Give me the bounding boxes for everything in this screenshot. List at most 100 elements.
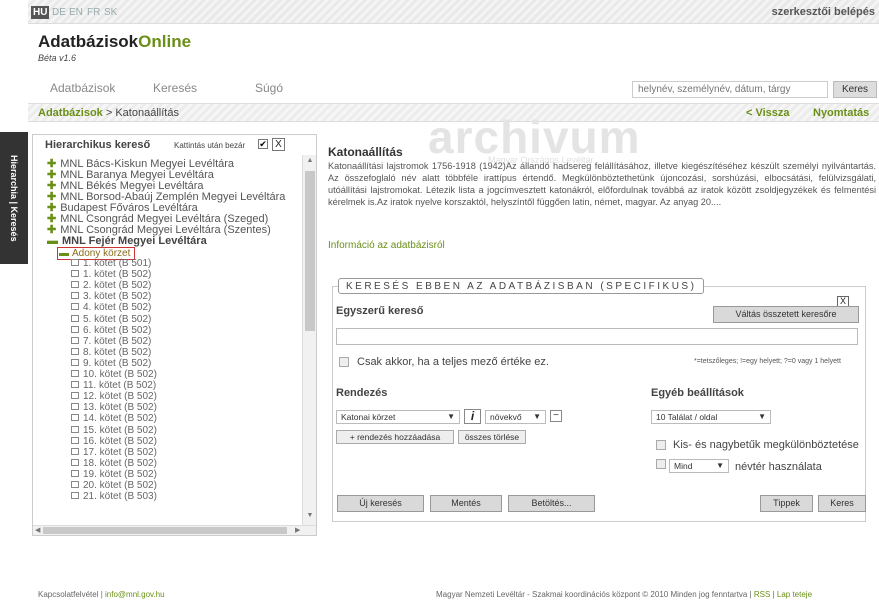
collapse-icon[interactable]: ▬ [59, 248, 69, 259]
book-icon [71, 325, 79, 333]
book-icon [71, 303, 79, 311]
tree-volume-item[interactable]: 8. kötet (B 502) [71, 346, 152, 358]
sort-field-select[interactable]: Katonai körzet ▼ [336, 410, 460, 424]
brand-logo[interactable]: AdatbázisokOnline [38, 32, 191, 52]
save-search-button[interactable]: Mentés [430, 495, 502, 512]
hierarchy-panel: Hierarchikus kereső Kattintás után bezár… [32, 134, 317, 536]
tree-volume-label: 11. kötet (B 502) [83, 380, 157, 392]
tree-volume-item[interactable]: 5. kötet (B 502) [71, 314, 151, 325]
brand-part1: Adatbázisok [38, 32, 139, 51]
lang-sk[interactable]: SK [102, 6, 119, 19]
tree-volume-label: 20. kötet (B 502) [83, 480, 157, 491]
editor-login-link[interactable]: szerkesztői belépés [772, 6, 875, 18]
case-sensitive-checkbox[interactable] [656, 440, 666, 450]
close-hierarchy-button[interactable]: X [272, 138, 285, 151]
tree-volume-label: 8. kötet (B 502) [83, 346, 152, 358]
back-link[interactable]: < Vissza [746, 107, 790, 119]
tree-volume-item[interactable]: 1. kötet (B 502) [71, 270, 151, 280]
new-search-button[interactable]: Új keresés [337, 495, 424, 512]
tree-volume-item[interactable]: 4. kötet (B 502) [71, 303, 151, 313]
search-button[interactable]: Keres [818, 495, 866, 512]
lang-de[interactable]: DE [50, 6, 68, 19]
tree-volume-item[interactable]: 14. kötet (B 502) [71, 414, 157, 424]
nav-search[interactable]: Keresés [153, 81, 197, 95]
namespace-select[interactable]: Mind ▼ [669, 459, 729, 473]
footer-copyright: Magyar Nemzeti Levéltár - Szakmai koordi… [436, 590, 812, 599]
footer-copyright-text: Magyar Nemzeti Levéltár - Szakmai koordi… [436, 590, 754, 599]
book-icon [71, 347, 79, 355]
tree-volume-item[interactable]: 11. kötet (B 502) [71, 381, 156, 391]
scroll-up-icon[interactable]: ▲ [305, 157, 315, 167]
nav-databases[interactable]: Adatbázisok [50, 81, 115, 95]
tree-volume-item[interactable]: 19. kötet (B 502) [71, 469, 157, 480]
tree-volume-item[interactable]: 7. kötet (B 502) [71, 336, 151, 347]
tree-volume-item[interactable]: 18. kötet (B 502) [71, 458, 157, 469]
close-after-click-label: Kattintás után bezár [174, 141, 246, 150]
database-description: Katonaállítási lajstromok 1756-1918 (194… [328, 161, 876, 207]
tree-volume-item[interactable]: 2. kötet (B 502) [71, 281, 151, 291]
results-per-page-value: 10 Találat / oldal [656, 412, 718, 422]
scroll-thumb[interactable] [305, 171, 315, 331]
namespace-checkbox[interactable] [656, 459, 666, 469]
print-link[interactable]: Nyomtatás [813, 107, 869, 119]
add-sort-button[interactable]: + rendezés hozzáadása [336, 430, 454, 444]
tree-volume-item[interactable]: 3. kötet (B 502) [71, 292, 151, 302]
tree-volume-item[interactable]: 20. kötet (B 502) [71, 481, 157, 491]
nav-help[interactable]: Súgó [255, 81, 283, 95]
global-search-button[interactable]: Keres [833, 81, 877, 98]
exact-match-checkbox[interactable] [339, 357, 349, 367]
database-info-link[interactable]: Információ az adatbázisról [328, 240, 445, 251]
tips-button[interactable]: Tippek [760, 495, 813, 512]
lang-hu[interactable]: HU [31, 6, 50, 19]
clear-sort-button[interactable]: összes törlése [458, 430, 526, 444]
tree-volume-item[interactable]: 10. kötet (B 502) [71, 370, 157, 380]
tree-volume-label: 3. kötet (B 502) [83, 291, 152, 303]
hierarchy-title: Hierarchikus kereső [45, 139, 151, 151]
breadcrumb: Adatbázisok > Katonaállítás [38, 107, 179, 119]
scroll-down-icon[interactable]: ▼ [305, 512, 315, 522]
tree-volume-label: 16. kötet (B 502) [83, 435, 157, 447]
switch-advanced-search-button[interactable]: Váltás összetett keresőre [713, 306, 859, 323]
version-label: Béta v1.6 [38, 53, 77, 63]
footer-top-link[interactable]: Lap teteje [777, 590, 812, 599]
tree-volume-item[interactable]: 15. kötet (B 502) [71, 425, 157, 436]
namespace-label: névtér használata [735, 461, 822, 473]
tree-volume-item[interactable]: 12. kötet (B 502) [71, 392, 157, 402]
load-search-button[interactable]: Betöltés... [508, 495, 595, 512]
sort-order-select[interactable]: növekvő ▼ [485, 410, 546, 424]
tree-volume-item[interactable]: 17. kötet (B 502) [71, 447, 157, 458]
tree-volume-item[interactable]: 13. kötet (B 502) [71, 403, 157, 413]
tree-volume-item[interactable]: 9. kötet (B 502) [71, 358, 151, 369]
page-wrapper: HU DE EN FR SK szerkesztői belépés Adatb… [28, 0, 879, 608]
tree-volume-item[interactable]: 21. kötet (B 503) [71, 492, 157, 502]
collapse-icon[interactable]: ▬ [47, 235, 58, 247]
book-icon [71, 270, 79, 278]
tree-volume-item[interactable]: 6. kötet (B 502) [71, 325, 151, 336]
scroll-left-icon[interactable]: ◀ [35, 526, 40, 534]
sort-info-button[interactable]: i [464, 409, 481, 424]
book-icon [71, 414, 79, 422]
tree-node-label: MNL Fejér Megyei Levéltára [62, 235, 207, 247]
simple-search-title: Egyszerű kereső [336, 305, 424, 317]
tree-vertical-scrollbar[interactable]: ▲ ▼ [302, 155, 316, 525]
side-tab-hierarchy-search[interactable]: Hierarchia | Keresés [0, 132, 28, 264]
lang-fr[interactable]: FR [85, 6, 102, 19]
dropdown-arrow-icon: ▼ [533, 412, 541, 421]
scroll-thumb[interactable] [43, 527, 287, 534]
breadcrumb-root-link[interactable]: Adatbázisok [38, 107, 103, 119]
footer-rss-link[interactable]: RSS [754, 590, 770, 599]
remove-sort-button[interactable]: − [550, 410, 562, 422]
tree-volume-label: 13. kötet (B 502) [83, 402, 157, 414]
tree-volume-item[interactable]: 1. kötet (B 501) [71, 259, 151, 269]
close-after-click-checkbox[interactable]: ✔ [258, 139, 268, 149]
tree-volume-item[interactable]: 16. kötet (B 502) [71, 435, 157, 447]
results-per-page-select[interactable]: 10 Találat / oldal ▼ [651, 410, 771, 424]
scroll-right-icon[interactable]: ▶ [295, 526, 300, 534]
tree-horizontal-scrollbar[interactable]: ◀ ▶ [33, 525, 316, 535]
simple-search-input[interactable] [336, 328, 858, 345]
tree-volume-label: 1. kötet (B 501) [83, 258, 152, 269]
lang-en[interactable]: EN [67, 6, 85, 19]
global-search-input[interactable] [632, 81, 828, 98]
footer-email-link[interactable]: info@mnl.gov.hu [105, 590, 165, 599]
tree-node-open[interactable]: ▬ MNL Fejér Megyei Levéltára [47, 236, 207, 247]
